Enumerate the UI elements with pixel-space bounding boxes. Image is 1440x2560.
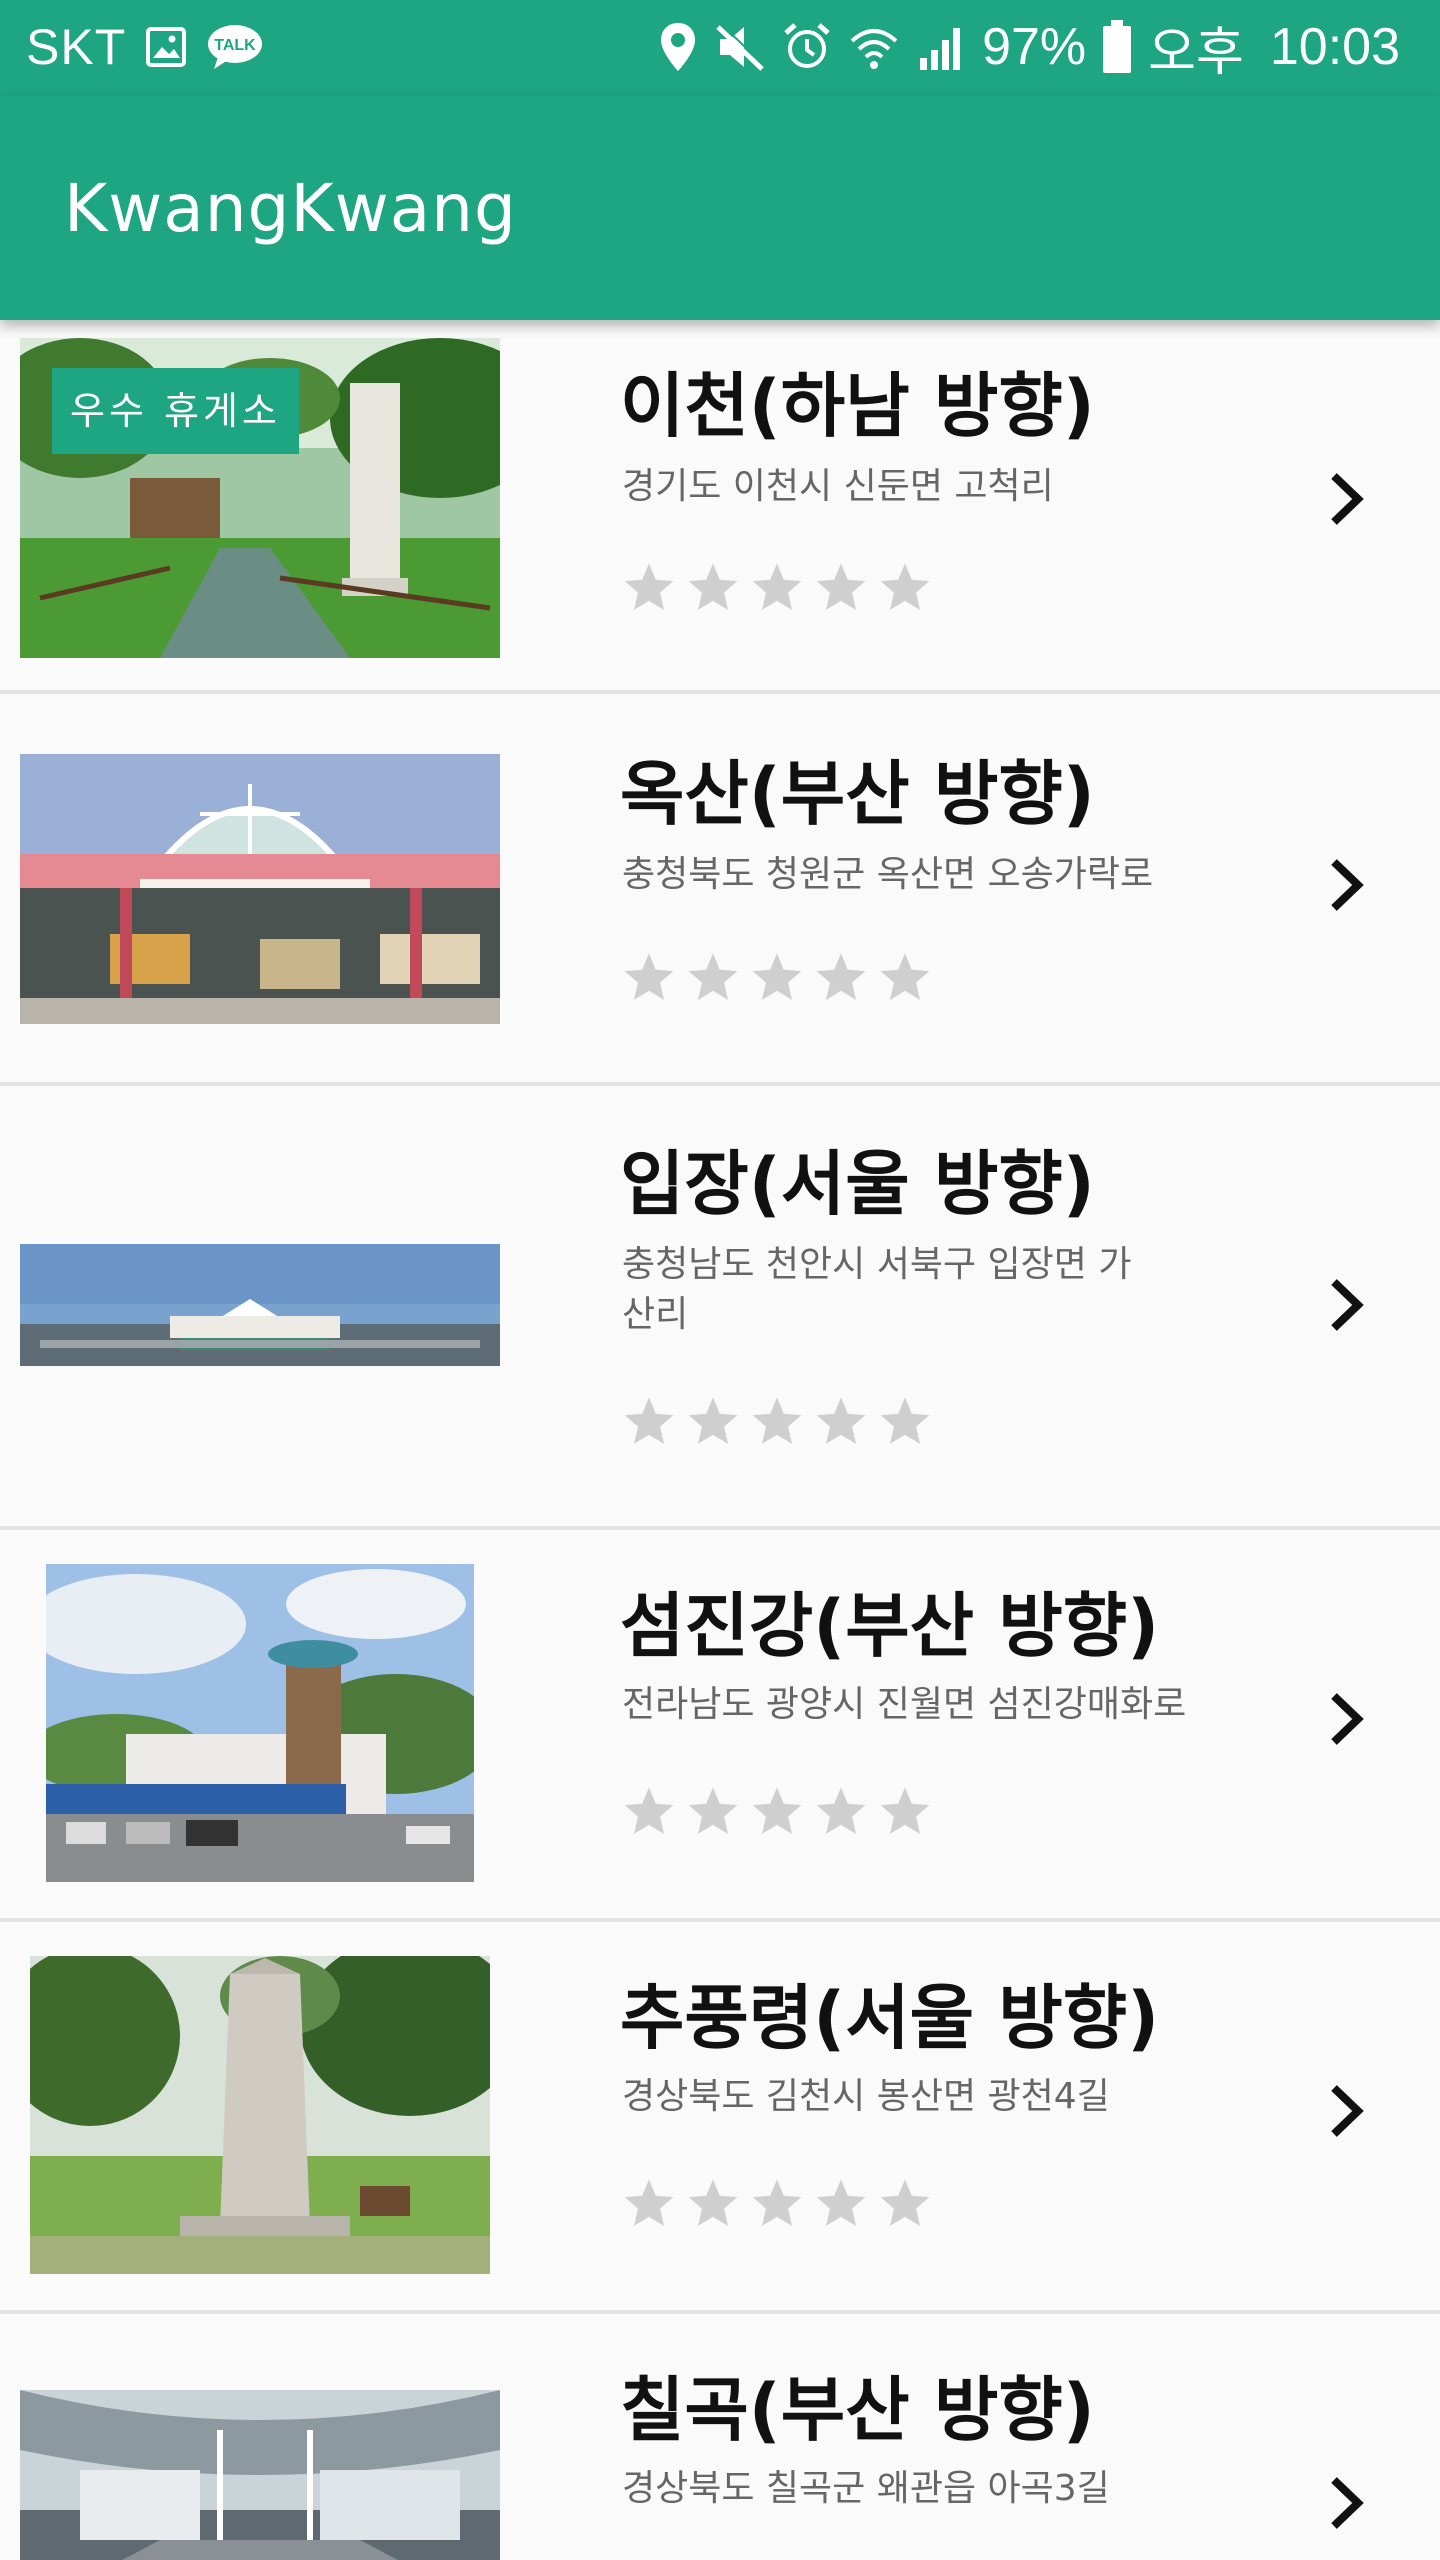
list-item[interactable]: 옥산(부산 방향) 충청북도 청원군 옥산면 오송가락로 (0, 694, 1440, 1086)
rest-area-address: 전라남도 광양시 진월면 섬진강매화로 (622, 1684, 1187, 1725)
rest-area-photo (20, 754, 500, 1024)
list-item[interactable]: 입장(서울 방향) 충청남도 천안시 서북구 입장면 가산리 (0, 1086, 1440, 1530)
rest-area-address: 경상북도 칠곡군 왜관읍 아곡3길 (622, 2468, 1110, 2509)
rest-area-address: 충청북도 청원군 옥산면 오송가락로 (622, 854, 1154, 895)
alarm-icon (782, 21, 832, 73)
chevron-right-icon[interactable] (1316, 1270, 1376, 1340)
rest-area-name: 옥산(부산 방향) (620, 753, 1095, 835)
rest-area-photo (46, 1564, 474, 1882)
rating-stars[interactable] (622, 2176, 932, 2230)
star-icon[interactable] (878, 560, 932, 614)
chevron-right-icon[interactable] (1316, 464, 1376, 534)
star-icon[interactable] (878, 2176, 932, 2230)
rest-area-name: 이천(하남 방향) (620, 365, 1095, 447)
clock: 10:03 (1269, 18, 1400, 76)
star-icon[interactable] (622, 2176, 676, 2230)
rest-area-list[interactable]: 우수 휴게소 이천(하남 방향) 경기도 이천시 신둔면 고척리 옥산(부산 방… (0, 320, 1440, 2560)
battery-percent: 97% (982, 18, 1087, 76)
svg-text:TALK: TALK (215, 37, 257, 54)
star-icon[interactable] (750, 950, 804, 1004)
star-icon[interactable] (750, 560, 804, 614)
mute-icon (714, 21, 766, 73)
star-icon[interactable] (686, 950, 740, 1004)
status-bar: SKT TALK 97% 오후 10:03 (0, 0, 1440, 96)
app-title: KwangKwang (64, 170, 517, 247)
chevron-right-icon[interactable] (1316, 1684, 1376, 1754)
star-icon[interactable] (814, 950, 868, 1004)
rest-area-address: 경상북도 김천시 봉산면 광천4길 (622, 2076, 1110, 2117)
ampm-label: 오후 (1148, 23, 1244, 82)
location-icon (658, 21, 698, 73)
rest-area-photo (20, 1244, 500, 1366)
wifi-icon (848, 21, 900, 73)
star-icon[interactable] (622, 1784, 676, 1838)
app-bar: KwangKwang (0, 96, 1440, 320)
star-icon[interactable] (622, 950, 676, 1004)
star-icon[interactable] (622, 1394, 676, 1448)
rest-area-name: 섬진강(부산 방향) (620, 1585, 1160, 1667)
star-icon[interactable] (622, 560, 676, 614)
rating-stars[interactable] (622, 560, 932, 614)
rest-area-name: 입장(서울 방향) (620, 1143, 1095, 1225)
list-item[interactable]: 칠곡(부산 방향) 경상북도 칠곡군 왜관읍 아곡3길 (0, 2314, 1440, 2560)
image-icon (144, 25, 188, 69)
list-item[interactable]: 우수 휴게소 이천(하남 방향) 경기도 이천시 신둔면 고척리 (0, 320, 1440, 694)
star-icon[interactable] (750, 1394, 804, 1448)
star-icon[interactable] (686, 1784, 740, 1838)
rating-stars[interactable] (622, 1394, 932, 1448)
rating-stars[interactable] (622, 1784, 932, 1838)
status-left: SKT TALK (26, 14, 264, 80)
star-icon[interactable] (814, 560, 868, 614)
star-icon[interactable] (878, 950, 932, 1004)
star-icon[interactable] (750, 1784, 804, 1838)
list-item[interactable]: 추풍령(서울 방향) 경상북도 김천시 봉산면 광천4길 (0, 1922, 1440, 2314)
rest-area-name: 칠곡(부산 방향) (620, 2369, 1095, 2451)
star-icon[interactable] (750, 2176, 804, 2230)
status-right: 97% 오후 10:03 (658, 14, 1400, 82)
star-icon[interactable] (814, 1394, 868, 1448)
rest-area-photo (30, 1956, 490, 2274)
chevron-right-icon[interactable] (1316, 2468, 1376, 2538)
star-icon[interactable] (814, 2176, 868, 2230)
talk-icon: TALK (206, 23, 264, 71)
star-icon[interactable] (814, 1784, 868, 1838)
rest-area-photo: 우수 휴게소 (20, 338, 500, 658)
excellent-badge: 우수 휴게소 (52, 368, 299, 454)
rest-area-name: 추풍령(서울 방향) (620, 1977, 1160, 2059)
star-icon[interactable] (686, 560, 740, 614)
star-icon[interactable] (686, 1394, 740, 1448)
star-icon[interactable] (686, 2176, 740, 2230)
carrier-label: SKT (26, 19, 127, 75)
rest-area-photo (20, 2390, 500, 2560)
chevron-right-icon[interactable] (1316, 850, 1376, 920)
star-icon[interactable] (878, 1394, 932, 1448)
rating-stars[interactable] (622, 950, 932, 1004)
rest-area-address: 충청남도 천안시 서북구 입장면 가산리 (622, 1244, 1132, 1335)
battery-icon (1102, 20, 1132, 74)
signal-icon (916, 22, 966, 72)
rest-area-address: 경기도 이천시 신둔면 고척리 (622, 466, 1054, 507)
list-item[interactable]: 섬진강(부산 방향) 전라남도 광양시 진월면 섬진강매화로 (0, 1530, 1440, 1922)
star-icon[interactable] (878, 1784, 932, 1838)
chevron-right-icon[interactable] (1316, 2076, 1376, 2146)
